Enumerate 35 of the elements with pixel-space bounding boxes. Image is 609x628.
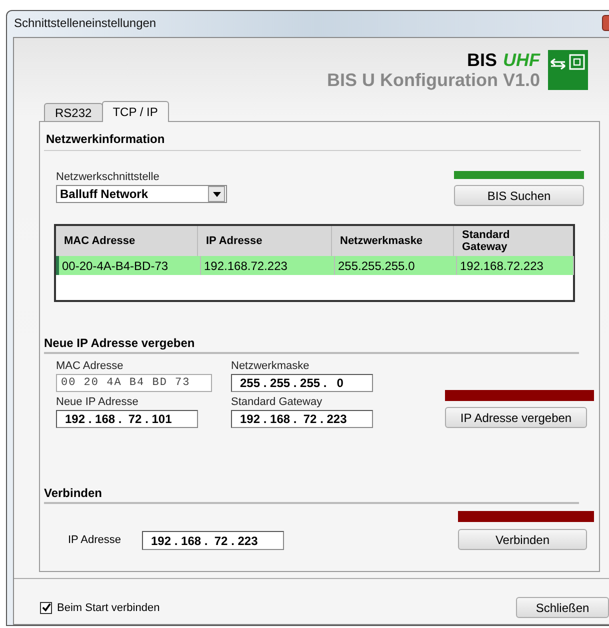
search-button[interactable]: BIS Suchen [454, 185, 584, 206]
table-row[interactable]: 00-20-4A-B4-BD-73 192.168.72.223 255.255.255.0 192.168.72.223 [56, 256, 573, 275]
field-label: MAC Adresse [56, 360, 124, 374]
connect-button[interactable]: Verbinden [458, 529, 587, 550]
interface-dropdown[interactable]: Balluff Network [56, 185, 227, 203]
column-header: Standard Gateway [461, 228, 511, 255]
window-title: Schnittstelleneinstellungen [14, 16, 156, 30]
assign-ip-button[interactable]: IP Adresse vergeben [445, 407, 587, 428]
field-label: Neue IP Adresse [56, 396, 140, 410]
section-heading: Verbinden [44, 486, 579, 504]
field-label: Standard Gateway [231, 396, 324, 410]
brand-name: BIS [466, 50, 497, 70]
table-cell: 255.255.255.0 [335, 256, 457, 275]
table-cell: 00-20-4A-B4-BD-73 [59, 256, 201, 275]
arrows-logo-icon [548, 50, 588, 90]
section-heading: Netzwerkinformation [44, 132, 581, 151]
autoconnect-checkbox[interactable]: Beim Start verbinden [40, 602, 160, 614]
tab[interactable]: RS232 [44, 103, 103, 121]
field-label: IP Adresse [68, 534, 122, 546]
section-heading: Neue IP Adresse vergeben [44, 336, 579, 354]
table-cell: 192.168.72.223 [201, 256, 335, 275]
field-label: Netzwerkschnittstelle [56, 171, 160, 185]
mac-address-field[interactable]: 00 20 4A B4 BD 73 [56, 374, 212, 392]
checkmark-icon [42, 603, 50, 612]
netmask-field[interactable]: 255 . 255 . 255 . 0 [231, 374, 373, 392]
close-dialog-button[interactable]: Schließen [516, 597, 609, 618]
tab[interactable]: TCP / IP [102, 101, 169, 122]
gateway-field[interactable]: 192 . 168 . 72 . 223 [231, 410, 373, 428]
dropdown-arrow-icon [212, 192, 220, 196]
ip-address-field[interactable]: 192 . 168 . 72 . 101 [56, 410, 198, 428]
table-cell: 192.168.72.223 [457, 256, 574, 275]
brand-suffix: UHF [503, 50, 540, 70]
ip-address-field[interactable]: 192 . 168 . 72 . 223 [142, 531, 284, 550]
app-subtitle: BIS U Konfiguration V1.0 [326, 70, 540, 90]
field-label: Netzwerkmaske [231, 360, 310, 374]
